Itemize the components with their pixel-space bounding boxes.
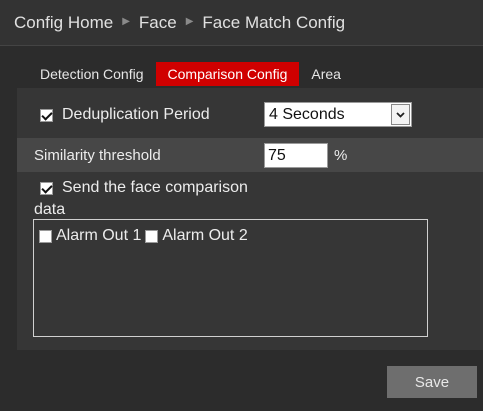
alarm-out-row: Alarm Out 1 Alarm Out 2 (39, 227, 252, 245)
breadcrumb-config-home[interactable]: Config Home (14, 13, 113, 33)
tab-area[interactable]: Area (299, 62, 353, 86)
breadcrumb-separator-icon: ▶ (122, 16, 130, 27)
tab-bar: Detection Config Comparison Config Area (28, 62, 353, 86)
similarity-input[interactable]: 75 (264, 143, 328, 168)
send-label-line1: Send the face comparison (62, 179, 248, 196)
send-label-line2: data (34, 201, 66, 218)
alarm-out-2-label: Alarm Out 2 (162, 227, 248, 244)
breadcrumb: Config Home ▶ Face ▶ Face Match Config (0, 0, 483, 46)
alarm-out-1-label: Alarm Out 1 (56, 227, 142, 244)
alarm-out-list: Alarm Out 1 Alarm Out 2 (33, 219, 428, 337)
breadcrumb-separator-icon: ▶ (185, 16, 194, 27)
chevron-down-icon[interactable] (391, 104, 410, 125)
dedup-period-select[interactable]: 4 Seconds (264, 102, 412, 127)
dedup-period-value: 4 Seconds (269, 106, 345, 123)
dedup-row: Deduplication Period (40, 106, 210, 124)
send-row: Send the face comparison (40, 179, 248, 197)
alarm-out-2-item[interactable]: Alarm Out 2 (145, 227, 248, 245)
similarity-unit: % (334, 147, 348, 164)
tab-detection-config[interactable]: Detection Config (28, 62, 156, 86)
save-button[interactable]: Save (387, 366, 477, 398)
breadcrumb-face[interactable]: Face (139, 13, 177, 33)
send-comparison-checkbox[interactable] (40, 181, 53, 195)
similarity-label: Similarity threshold (34, 147, 161, 164)
alarm-out-1-checkbox[interactable] (39, 229, 52, 243)
tab-comparison-config[interactable]: Comparison Config (155, 62, 300, 86)
dedup-checkbox[interactable] (40, 108, 53, 122)
alarm-out-2-checkbox[interactable] (145, 229, 159, 243)
alarm-out-1-item[interactable]: Alarm Out 1 (39, 227, 141, 245)
breadcrumb-face-match-config: Face Match Config (202, 12, 346, 32)
dedup-label: Deduplication Period (62, 106, 210, 123)
